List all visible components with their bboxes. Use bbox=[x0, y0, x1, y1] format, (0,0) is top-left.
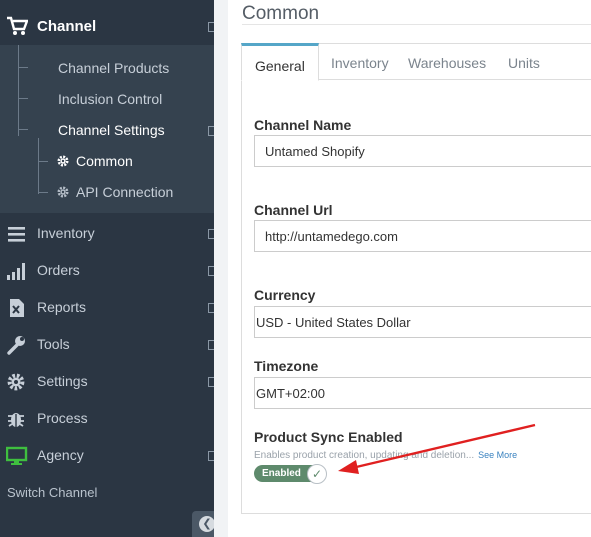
channel-name-label: Channel Name bbox=[254, 117, 352, 133]
sidebar-item-inclusion-control[interactable]: Inclusion Control bbox=[58, 91, 162, 107]
content-gutter bbox=[214, 0, 228, 537]
tree-line bbox=[18, 129, 28, 130]
sidebar-item-label: Agency bbox=[37, 447, 84, 463]
sidebar-item-inventory[interactable]: Inventory bbox=[0, 215, 214, 252]
tab-inventory[interactable]: Inventory bbox=[331, 43, 401, 80]
menu-lines-icon bbox=[8, 227, 25, 242]
timezone-label: Timezone bbox=[254, 358, 319, 374]
sidebar-item-channel[interactable]: Channel bbox=[0, 8, 214, 45]
tree-line bbox=[18, 98, 28, 99]
sidebar-item-label: Inventory bbox=[37, 225, 95, 241]
signal-bars-icon bbox=[7, 263, 25, 280]
sidebar-item-channel-settings[interactable]: Channel Settings bbox=[58, 122, 165, 138]
timezone-select[interactable]: GMT+02:00 bbox=[254, 377, 591, 409]
gear-icon bbox=[57, 155, 69, 167]
annotation-arrow bbox=[338, 423, 536, 474]
chevron-left-icon: ❮ bbox=[199, 516, 215, 532]
bug-icon bbox=[8, 413, 24, 427]
sidebar-item-settings[interactable]: Settings bbox=[0, 363, 214, 400]
channel-name-input[interactable]: Untamed Shopify bbox=[254, 135, 591, 167]
sidebar: Channel Channel Products Inclusion Contr… bbox=[0, 0, 215, 537]
sidebar-item-agency[interactable]: Agency bbox=[0, 437, 214, 474]
currency-label: Currency bbox=[254, 287, 316, 303]
currency-select[interactable]: USD - United States Dollar bbox=[254, 306, 591, 338]
excel-file-icon bbox=[10, 299, 24, 317]
channel-url-label: Channel Url bbox=[254, 202, 333, 218]
tab-units[interactable]: Units bbox=[508, 43, 558, 80]
tree-line bbox=[38, 161, 48, 162]
sidebar-item-common[interactable]: Common bbox=[56, 153, 133, 169]
tab-warehouses[interactable]: Warehouses bbox=[408, 43, 498, 80]
check-icon: ✓ bbox=[307, 464, 327, 484]
sidebar-item-label: Tools bbox=[37, 336, 70, 352]
sidebar-item-label: API Connection bbox=[76, 184, 174, 200]
sidebar-item-tools[interactable]: Tools bbox=[0, 326, 214, 363]
sidebar-item-channel-products[interactable]: Channel Products bbox=[58, 60, 169, 76]
sidebar-item-label: Process bbox=[37, 410, 88, 426]
tree-line bbox=[18, 45, 19, 136]
wrench-icon bbox=[7, 336, 25, 355]
page-title: Common bbox=[242, 3, 320, 24]
sidebar-item-label: Channel bbox=[37, 18, 97, 35]
channel-url-input[interactable]: http://untamedego.com bbox=[254, 220, 591, 252]
sidebar-item-label: Settings bbox=[37, 373, 88, 389]
cart-icon bbox=[7, 16, 28, 35]
switch-channel-link[interactable]: Switch Channel bbox=[7, 485, 97, 500]
sidebar-item-api-connection[interactable]: API Connection bbox=[56, 184, 173, 200]
sidebar-item-reports[interactable]: Reports bbox=[0, 289, 214, 326]
gear-icon bbox=[7, 373, 25, 391]
tree-line bbox=[38, 138, 39, 194]
product-sync-toggle[interactable]: Enabled ✓ bbox=[254, 464, 328, 484]
gear-icon bbox=[57, 186, 69, 198]
tab-general[interactable]: General bbox=[241, 43, 319, 81]
sidebar-collapse-button[interactable]: ❮ bbox=[192, 511, 215, 537]
sidebar-item-label: Reports bbox=[37, 299, 87, 315]
tree-line bbox=[38, 192, 48, 193]
sidebar-item-label: Common bbox=[76, 153, 133, 169]
monitor-icon bbox=[6, 446, 28, 465]
divider bbox=[242, 24, 591, 25]
sidebar-item-process[interactable]: Process bbox=[0, 400, 214, 437]
sidebar-item-label: Orders bbox=[37, 262, 80, 278]
tab-bar: General Inventory Warehouses Units bbox=[241, 43, 591, 81]
tree-line bbox=[18, 67, 28, 68]
sidebar-item-orders[interactable]: Orders bbox=[0, 252, 214, 289]
